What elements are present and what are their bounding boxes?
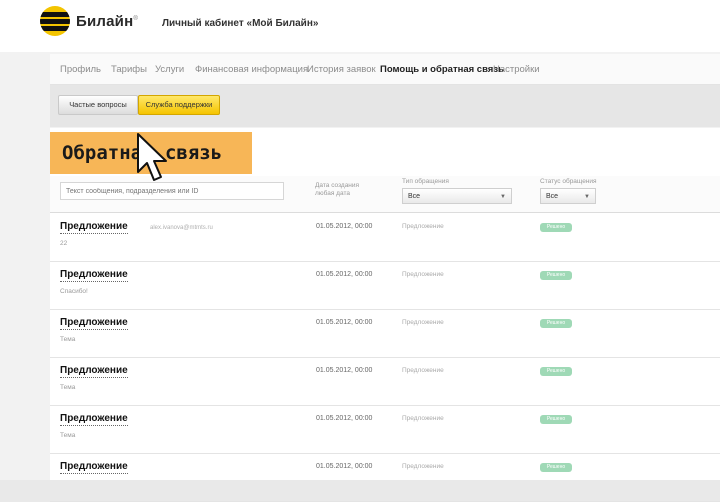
main-nav: Профиль Тарифы Услуги Финансовая информа… bbox=[50, 54, 720, 85]
search-input[interactable] bbox=[60, 182, 284, 200]
status-badge: Решено bbox=[540, 319, 572, 328]
row-date: 01.05.2012, 00:00 bbox=[316, 367, 373, 374]
table-row[interactable]: Предложение Тема 01.05.2012, 00:00 Предл… bbox=[50, 310, 720, 358]
row-type: Предложение bbox=[402, 367, 444, 374]
nav-item-services[interactable]: Услуги bbox=[155, 64, 184, 75]
row-title[interactable]: Предложение bbox=[60, 413, 128, 426]
row-title[interactable]: Предложение bbox=[60, 221, 128, 234]
row-date: 01.05.2012, 00:00 bbox=[316, 415, 373, 422]
nav-item-settings[interactable]: Настройки bbox=[493, 64, 540, 75]
row-title[interactable]: Предложение bbox=[60, 317, 128, 330]
status-badge: Решено bbox=[540, 271, 572, 280]
row-subtitle: Тема bbox=[60, 432, 76, 439]
date-filter-label[interactable]: Дата создания любая дата bbox=[315, 182, 359, 198]
status-badge: Решено bbox=[540, 463, 572, 472]
status-select-value: Все bbox=[546, 193, 559, 200]
row-email: alex.ivanova@mtmts.ru bbox=[150, 225, 213, 231]
status-filter-label: Статус обращения bbox=[540, 178, 597, 185]
cabinet-title: Личный кабинет «Мой Билайн» bbox=[162, 18, 319, 29]
type-select[interactable]: Все ▼ bbox=[402, 188, 512, 204]
type-filter-label: Тип обращения bbox=[402, 178, 449, 185]
table-row[interactable]: Предложение 01.05.2012, 00:00 Предложени… bbox=[50, 454, 720, 502]
status-select[interactable]: Все ▼ bbox=[540, 188, 596, 204]
tab-support[interactable]: Служба поддержки bbox=[138, 95, 220, 115]
row-date: 01.05.2012, 00:00 bbox=[316, 319, 373, 326]
table-row[interactable]: Предложение Спасибо! 01.05.2012, 00:00 П… bbox=[50, 262, 720, 310]
beeline-logo-icon[interactable] bbox=[40, 6, 70, 36]
type-select-value: Все bbox=[408, 193, 421, 200]
mouse-pointer-icon bbox=[137, 133, 167, 181]
status-badge: Решено bbox=[540, 223, 572, 232]
brand-name[interactable]: Билайн® bbox=[76, 13, 138, 30]
nav-item-profile[interactable]: Профиль bbox=[60, 64, 101, 75]
row-subtitle: 22 bbox=[60, 240, 68, 247]
nav-item-help[interactable]: Помощь и обратная связь bbox=[380, 64, 504, 75]
table-row[interactable]: Предложение 22 alex.ivanova@mtmts.ru 01.… bbox=[50, 214, 720, 262]
status-badge: Решено bbox=[540, 367, 572, 376]
row-subtitle: Тема bbox=[60, 336, 76, 343]
date-filter-label-line2: любая дата bbox=[315, 190, 350, 197]
tab-faq[interactable]: Частые вопросы bbox=[58, 95, 138, 115]
row-date: 01.05.2012, 00:00 bbox=[316, 463, 373, 470]
nav-item-tariffs[interactable]: Тарифы bbox=[111, 64, 147, 75]
row-subtitle: Тема bbox=[60, 384, 76, 391]
header: Билайн® Личный кабинет «Мой Билайн» bbox=[0, 0, 720, 52]
table-row[interactable]: Предложение Тема 01.05.2012, 00:00 Предл… bbox=[50, 406, 720, 454]
status-badge: Решено bbox=[540, 415, 572, 424]
row-date: 01.05.2012, 00:00 bbox=[316, 271, 373, 278]
row-type: Предложение bbox=[402, 463, 444, 470]
row-title[interactable]: Предложение bbox=[60, 461, 128, 474]
row-date: 01.05.2012, 00:00 bbox=[316, 223, 373, 230]
app-page: Билайн® Личный кабинет «Мой Билайн» Проф… bbox=[0, 0, 720, 502]
chevron-down-icon: ▼ bbox=[584, 194, 590, 200]
row-type: Предложение bbox=[402, 415, 444, 422]
nav-item-finance[interactable]: Финансовая информация bbox=[195, 64, 308, 75]
row-type: Предложение bbox=[402, 319, 444, 326]
subtab-bar: Частые вопросы Служба поддержки bbox=[50, 85, 720, 127]
table-row[interactable]: Предложение Тема 01.05.2012, 00:00 Предл… bbox=[50, 358, 720, 406]
row-type: Предложение bbox=[402, 271, 444, 278]
chevron-down-icon: ▼ bbox=[500, 194, 506, 200]
row-title[interactable]: Предложение bbox=[60, 269, 128, 282]
nav-item-history[interactable]: История заявок bbox=[307, 64, 376, 75]
date-filter-label-line1: Дата создания bbox=[315, 182, 360, 189]
row-subtitle: Спасибо! bbox=[60, 288, 88, 295]
row-type: Предложение bbox=[402, 223, 444, 230]
row-title[interactable]: Предложение bbox=[60, 365, 128, 378]
